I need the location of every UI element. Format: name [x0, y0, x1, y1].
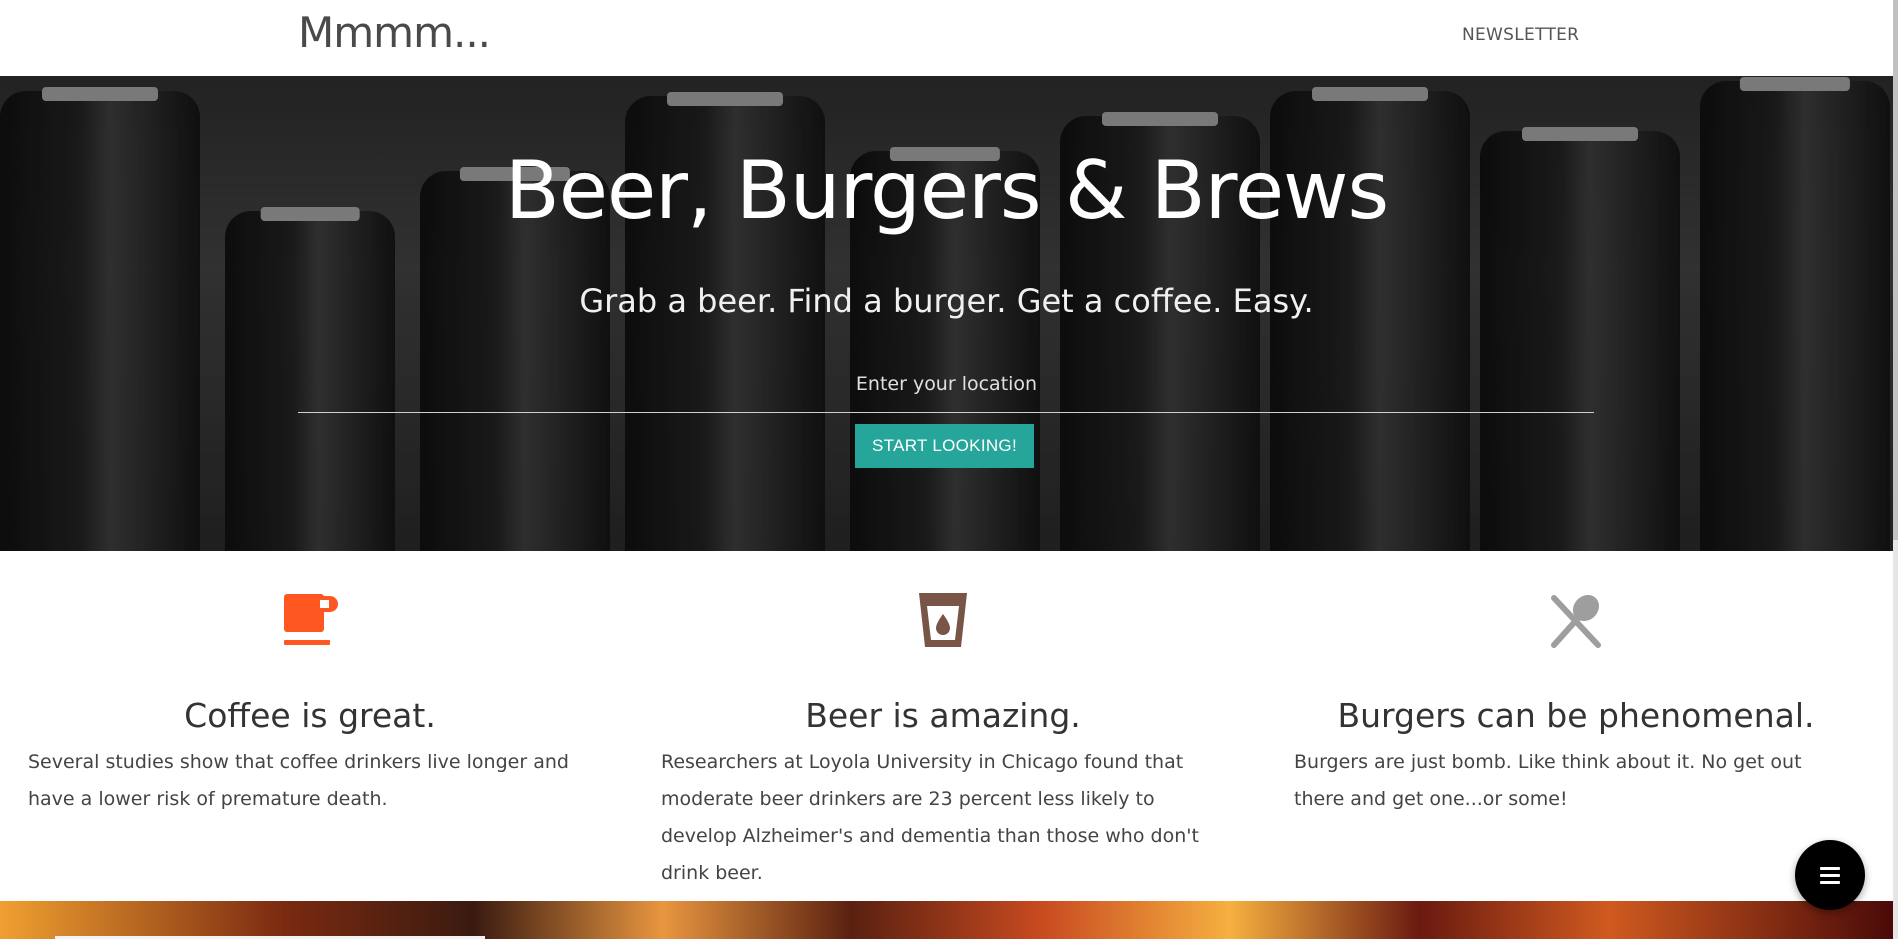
hero-section: Beer, Burgers & Brews Grab a beer. Find …: [0, 76, 1893, 551]
scrollbar-thumb[interactable]: [1893, 0, 1898, 540]
floating-menu-button[interactable]: [1795, 840, 1865, 910]
hero-subtitle: Grab a beer. Find a burger. Get a coffee…: [579, 282, 1314, 320]
start-looking-button[interactable]: START LOOKING!: [855, 424, 1034, 468]
beer-glass-icon: [919, 593, 967, 647]
feature-description: Researchers at Loyola University in Chic…: [661, 751, 1199, 884]
burger-parallax-image: [0, 901, 1893, 939]
menu-icon: [1820, 867, 1840, 870]
top-navbar: Mmmm... NEWSLETTER: [0, 0, 1898, 77]
coffee-cup-icon: [284, 594, 338, 645]
feature-title: Beer is amazing.: [805, 696, 1081, 735]
nav-newsletter-link[interactable]: NEWSLETTER: [1462, 25, 1579, 45]
feature-title: Coffee is great.: [184, 696, 436, 735]
brand-logo[interactable]: Mmmm...: [298, 8, 491, 57]
hero-title: Beer, Burgers & Brews: [504, 144, 1389, 237]
restaurant-icon: [1551, 594, 1601, 648]
feature-title: Burgers can be phenomenal.: [1337, 696, 1815, 735]
page-scrollbar[interactable]: [1893, 0, 1898, 939]
feature-description: Several studies show that coffee drinker…: [28, 751, 569, 810]
location-input[interactable]: [298, 364, 1594, 413]
feature-description: Burgers are just bomb. Like think about …: [1294, 751, 1802, 810]
